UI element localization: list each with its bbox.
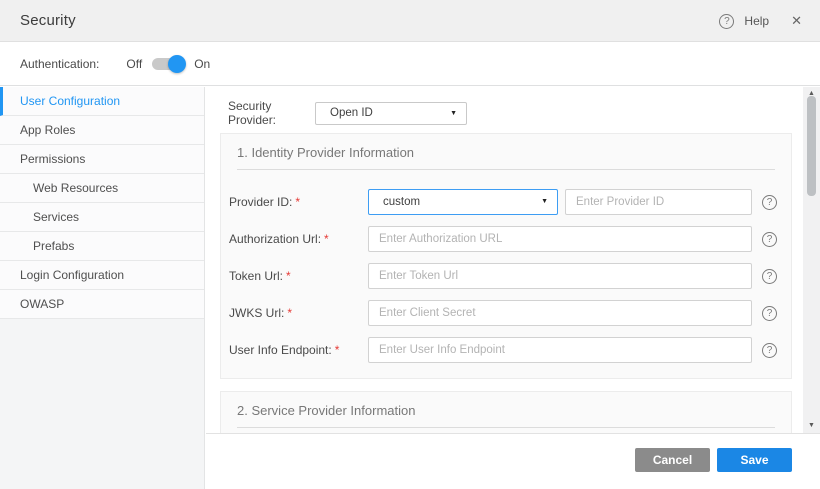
provider-id-label: Provider ID:*	[229, 195, 368, 209]
sidebar-item-user-configuration[interactable]: User Configuration	[0, 87, 204, 116]
provider-id-select[interactable]: custom ▼	[368, 189, 558, 215]
authentication-row: Authentication: Off On	[0, 43, 820, 86]
sidebar-item-login-configuration[interactable]: Login Configuration	[0, 261, 204, 290]
user-info-endpoint-row: User Info Endpoint:* ?	[229, 337, 779, 363]
page-title: Security	[20, 12, 76, 29]
footer: Cancel Save	[206, 433, 820, 489]
cancel-button[interactable]: Cancel	[635, 448, 710, 472]
required-marker: *	[286, 269, 291, 283]
security-provider-value: Open ID	[330, 107, 373, 119]
provider-id-input[interactable]	[565, 189, 752, 215]
toggle-on-label: On	[194, 57, 210, 71]
sidebar-item-prefabs[interactable]: Prefabs	[0, 232, 204, 261]
jwks-url-label: JWKS Url:*	[229, 306, 368, 320]
toggle-knob	[168, 55, 186, 73]
authorization-url-input[interactable]	[368, 226, 752, 252]
user-info-endpoint-input[interactable]	[368, 337, 752, 363]
jwks-url-row: JWKS Url:* ?	[229, 300, 779, 326]
section-divider	[237, 169, 775, 170]
authorization-url-row: Authorization Url:* ?	[229, 226, 779, 252]
token-url-input[interactable]	[368, 263, 752, 289]
required-marker: *	[335, 343, 340, 357]
security-provider-label: Security Provider:	[228, 99, 315, 127]
scroll-down-icon[interactable]: ▼	[803, 420, 820, 432]
section-divider	[237, 427, 775, 428]
sidebar-item-permissions[interactable]: Permissions	[0, 145, 204, 174]
field-help-icon[interactable]: ?	[762, 269, 777, 284]
security-provider-select[interactable]: Open ID ▼	[315, 102, 467, 125]
provider-id-select-value: custom	[383, 196, 420, 208]
field-help-icon[interactable]: ?	[762, 232, 777, 247]
titlebar: Security ? Help ✕	[0, 0, 820, 42]
scrollbar-thumb[interactable]	[807, 96, 816, 196]
required-marker: *	[295, 195, 300, 209]
vertical-scrollbar[interactable]: ▲ ▼	[803, 87, 820, 433]
token-url-row: Token Url:* ?	[229, 263, 779, 289]
authentication-toggle[interactable]	[152, 55, 184, 73]
sidebar-item-app-roles[interactable]: App Roles	[0, 116, 204, 145]
sidebar-item-services[interactable]: Services	[0, 203, 204, 232]
section-title: 1. Identity Provider Information	[221, 134, 791, 160]
service-provider-section: 2. Service Provider Information	[220, 391, 792, 433]
toggle-off-label: Off	[126, 57, 142, 71]
save-button[interactable]: Save	[717, 448, 792, 472]
authorization-url-label: Authorization Url:*	[229, 232, 368, 246]
scroll-area: Security Provider: Open ID ▼ 1. Identity…	[206, 87, 803, 433]
section-title: 2. Service Provider Information	[221, 392, 791, 418]
field-help-icon[interactable]: ?	[762, 343, 777, 358]
help-icon[interactable]: ?	[719, 14, 734, 29]
chevron-down-icon: ▼	[541, 190, 548, 214]
authentication-label: Authentication:	[20, 57, 99, 71]
required-marker: *	[287, 306, 292, 320]
close-icon[interactable]: ✕	[791, 13, 802, 29]
sidebar-item-web-resources[interactable]: Web Resources	[0, 174, 204, 203]
security-provider-row: Security Provider: Open ID ▼	[228, 99, 467, 127]
sidebar: User Configuration App Roles Permissions…	[0, 87, 205, 489]
field-help-icon[interactable]: ?	[762, 306, 777, 321]
token-url-label: Token Url:*	[229, 269, 368, 283]
provider-id-row: Provider ID:* custom ▼ ?	[229, 189, 779, 215]
content-area: Security Provider: Open ID ▼ 1. Identity…	[206, 87, 820, 489]
required-marker: *	[324, 232, 329, 246]
user-info-endpoint-label: User Info Endpoint:*	[229, 343, 368, 357]
chevron-down-icon: ▼	[450, 103, 457, 124]
sidebar-item-owasp[interactable]: OWASP	[0, 290, 204, 319]
jwks-url-input[interactable]	[368, 300, 752, 326]
security-dialog: Security ? Help ✕ Authentication: Off On…	[0, 0, 820, 489]
field-help-icon[interactable]: ?	[762, 195, 777, 210]
help-link[interactable]: Help	[744, 14, 769, 28]
identity-provider-section: 1. Identity Provider Information Provide…	[220, 133, 792, 379]
